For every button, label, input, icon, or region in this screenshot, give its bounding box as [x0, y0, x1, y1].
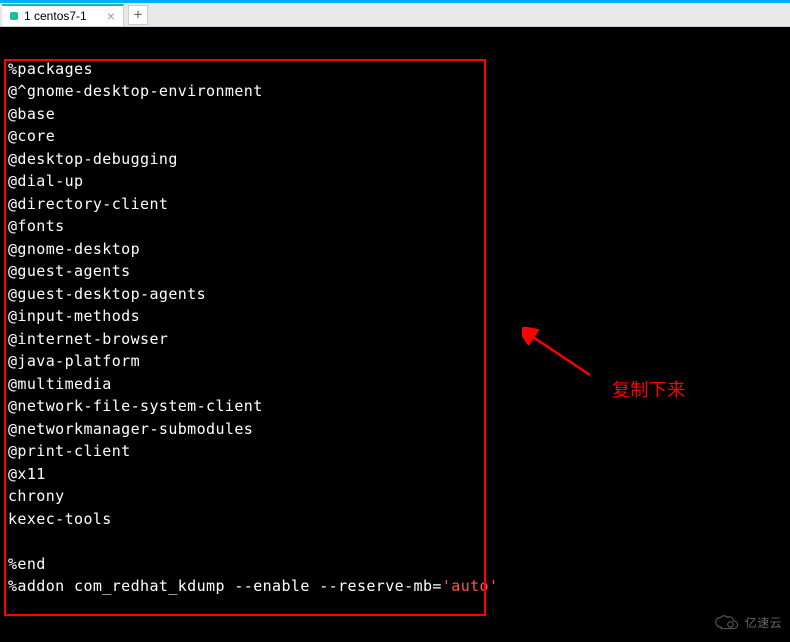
- watermark-text: 亿速云: [745, 612, 782, 635]
- addon-quoted-value: 'auto': [442, 577, 499, 595]
- watermark: 亿速云: [713, 612, 782, 635]
- annotation-arrow-icon: [522, 327, 592, 384]
- terminal-pane[interactable]: %packages @^gnome-desktop-environment @b…: [0, 27, 790, 642]
- add-tab-button[interactable]: +: [128, 5, 148, 25]
- tab-bar: 1 centos7-1 × +: [0, 3, 790, 27]
- plus-icon: +: [134, 7, 142, 23]
- close-icon[interactable]: ×: [107, 8, 115, 24]
- tab-label: 1 centos7-1: [24, 9, 87, 23]
- tab-status-indicator: [10, 12, 18, 20]
- addon-prefix: %addon com_redhat_kdump --enable --reser…: [8, 577, 442, 595]
- terminal-addon-line: %addon com_redhat_kdump --enable --reser…: [8, 575, 782, 598]
- cloud-icon: [713, 614, 741, 632]
- terminal-output: %packages @^gnome-desktop-environment @b…: [8, 35, 782, 575]
- tab-centos7-1[interactable]: 1 centos7-1 ×: [2, 4, 124, 26]
- annotation-label: 复制下来: [612, 379, 686, 402]
